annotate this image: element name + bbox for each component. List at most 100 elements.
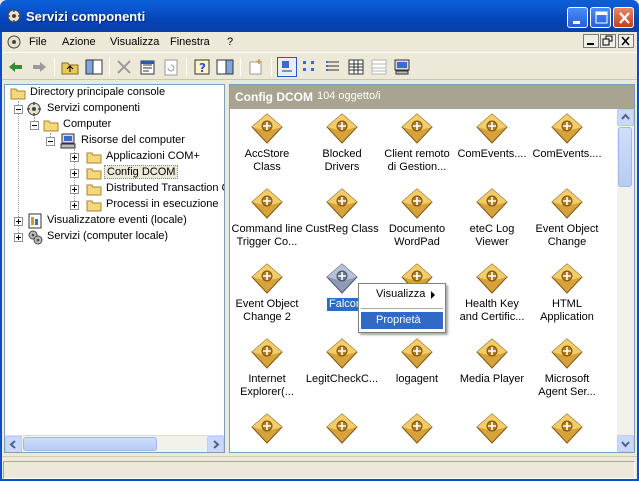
menu-help[interactable]: ? xyxy=(227,36,233,48)
submenu-arrow-icon xyxy=(431,291,435,299)
scroll-down-button[interactable] xyxy=(617,435,634,452)
tree-item-com-apps[interactable]: Applicazioni COM+ xyxy=(5,149,224,165)
tree-item-config-dcom[interactable]: Config DCOM xyxy=(5,165,224,181)
scroll-thumb[interactable] xyxy=(23,437,157,451)
expand-toggle[interactable] xyxy=(70,153,79,162)
dcom-app-icon-item[interactable]: LegitCheckC... xyxy=(305,336,379,408)
mdi-restore-button[interactable] xyxy=(600,34,616,48)
delete-button[interactable] xyxy=(114,57,134,77)
scroll-up-button[interactable] xyxy=(617,109,634,126)
forward-button[interactable] xyxy=(29,57,49,77)
expand-toggle[interactable] xyxy=(70,169,79,178)
dcom-app-icon-item[interactable]: Event Object Change 2 xyxy=(230,261,304,333)
minimize-button[interactable] xyxy=(567,7,588,28)
console-tree[interactable]: Directory principale console Servizi com… xyxy=(4,84,225,453)
tree-item-running-processes[interactable]: Processi in esecuzione xyxy=(5,197,224,213)
back-button[interactable] xyxy=(6,57,26,77)
console-icon[interactable] xyxy=(6,34,22,50)
tree-item-component-services[interactable]: Servizi componenti xyxy=(5,101,224,117)
dcom-app-icon-item[interactable]: Blocked Drivers xyxy=(305,111,379,183)
show-tree-button[interactable] xyxy=(84,57,104,77)
properties-button[interactable] xyxy=(138,57,158,77)
dcom-application-icon xyxy=(326,338,358,370)
dcom-app-icon-item[interactable] xyxy=(230,411,304,452)
tree-item-label: Config DCOM xyxy=(104,165,179,179)
menu-finestra[interactable]: Finestra xyxy=(170,36,210,48)
dcom-app-icon-item[interactable]: CustReg Class xyxy=(305,186,379,258)
tree-item-distributed-transaction[interactable]: Distributed Transaction C xyxy=(5,181,224,197)
context-menu-properties[interactable]: Proprietà xyxy=(361,312,443,329)
list-view-button[interactable] xyxy=(323,57,343,77)
tree-item-event-viewer[interactable]: Visualizzatore eventi (locale) xyxy=(5,213,224,229)
action-pane-icon xyxy=(216,59,234,75)
scroll-right-button[interactable] xyxy=(207,436,224,452)
maximize-button[interactable] xyxy=(590,7,611,28)
dcom-application-icon xyxy=(251,338,283,370)
icon-caption: Internet Explorer(... xyxy=(240,373,294,398)
collapse-toggle[interactable] xyxy=(30,121,39,130)
folder-icon xyxy=(43,120,59,132)
tree-item-my-computer[interactable]: Risorse del computer xyxy=(5,133,224,149)
expand-toggle[interactable] xyxy=(70,185,79,194)
minimize-icon xyxy=(573,21,580,24)
dcom-app-icon-item[interactable]: Client remoto di Gestion... xyxy=(380,111,454,183)
close-button[interactable] xyxy=(613,7,634,28)
expand-toggle[interactable] xyxy=(14,217,23,226)
collapse-toggle[interactable] xyxy=(14,105,23,114)
scroll-thumb[interactable] xyxy=(618,127,632,187)
expand-toggle[interactable] xyxy=(14,233,23,242)
up-folder-button[interactable] xyxy=(60,57,80,77)
icon-caption: Health Key and Certific... xyxy=(459,298,525,323)
details-vertical-scrollbar[interactable] xyxy=(617,109,634,452)
dcom-app-icon-item[interactable] xyxy=(455,411,529,452)
scroll-left-button[interactable] xyxy=(5,436,22,452)
context-menu-visualizza[interactable]: Visualizza xyxy=(361,286,443,303)
dcom-app-icon-item[interactable]: HTML Application xyxy=(530,261,604,333)
dcom-app-icon-item[interactable]: Internet Explorer(... xyxy=(230,336,304,408)
tree-horizontal-scrollbar[interactable] xyxy=(5,435,224,452)
dcom-app-icon-item[interactable]: ComEvents.... xyxy=(455,111,529,183)
tree-item-label: Applicazioni COM+ xyxy=(106,150,200,162)
tree-item-services[interactable]: Servizi (computer locale) xyxy=(5,229,224,245)
mdi-minimize-button[interactable] xyxy=(583,34,599,48)
large-icons-view-button[interactable] xyxy=(277,57,297,77)
dcom-app-icon-item[interactable] xyxy=(305,411,379,452)
help-button[interactable]: ? xyxy=(192,57,212,77)
tree-item-computer[interactable]: Computer xyxy=(5,117,224,133)
dcom-application-icon xyxy=(401,413,433,445)
dcom-app-icon-item[interactable]: Microsoft Agent Ser... xyxy=(530,336,604,408)
dcom-app-icon-item[interactable]: Command line Trigger Co... xyxy=(230,186,304,258)
computer-button[interactable] xyxy=(392,57,412,77)
title-bar[interactable]: Servizi componenti xyxy=(0,0,639,32)
mdi-close-button[interactable] xyxy=(618,34,634,48)
icon-caption: Microsoft Agent Ser... xyxy=(538,373,596,398)
tree-item-label: Distributed Transaction C xyxy=(106,182,225,194)
dcom-application-icon xyxy=(551,263,583,295)
menu-file[interactable]: File xyxy=(29,36,47,48)
dcom-application-icon xyxy=(401,188,433,220)
dcom-app-icon-item[interactable]: Media Player xyxy=(455,336,529,408)
dcom-app-icon-item[interactable]: ComEvents.... xyxy=(530,111,604,183)
filter-view-button[interactable] xyxy=(369,57,389,77)
dcom-app-icon-item[interactable] xyxy=(530,411,604,452)
dcom-app-icon-item[interactable]: logagent xyxy=(380,336,454,408)
menu-visualizza[interactable]: Visualizza xyxy=(110,36,159,48)
folder-icon xyxy=(10,88,26,100)
menu-azione[interactable]: Azione xyxy=(62,36,96,48)
dcom-app-icon-item[interactable]: Event Object Change xyxy=(530,186,604,258)
dcom-app-icon-item[interactable]: eteC Log Viewer xyxy=(455,186,529,258)
refresh-button[interactable] xyxy=(161,57,181,77)
small-icons-view-button[interactable] xyxy=(300,57,320,77)
icon-caption: eteC Log Viewer xyxy=(469,223,515,248)
details-view-button[interactable] xyxy=(346,57,366,77)
dcom-app-icon-item[interactable] xyxy=(380,411,454,452)
dcom-app-icon-item[interactable]: Health Key and Certific... xyxy=(455,261,529,333)
expand-toggle[interactable] xyxy=(70,201,79,210)
new-window-button[interactable] xyxy=(246,57,266,77)
tree-item-console-root[interactable]: Directory principale console xyxy=(5,85,224,101)
action-pane-button[interactable] xyxy=(215,57,235,77)
pane-header: Config DCOM 104 oggetto/i xyxy=(230,85,634,109)
dcom-app-icon-item[interactable]: Documento WordPad xyxy=(380,186,454,258)
collapse-toggle[interactable] xyxy=(46,137,55,146)
dcom-app-icon-item[interactable]: AccStore Class xyxy=(230,111,304,183)
